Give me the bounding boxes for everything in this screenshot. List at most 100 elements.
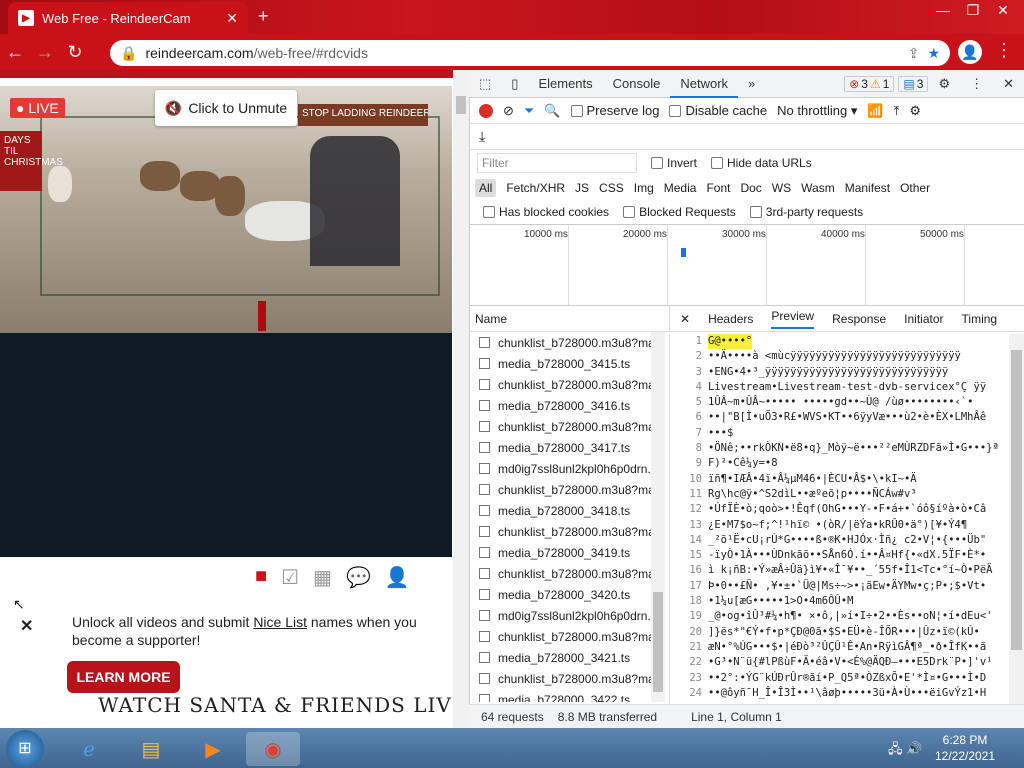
checkbox-box[interactable] [570,104,583,117]
throttling-select[interactable]: No throttling ▾ [777,103,857,119]
calendar-icon[interactable]: ▦ [313,565,332,590]
type-filter-xhr[interactable]: Fetch/XHR [506,181,565,195]
filter-input[interactable]: Filter [477,153,637,173]
request-row[interactable]: chunklist_b728000.m3u8?max [469,563,669,584]
tab-network[interactable]: Network [670,70,739,98]
tab-elements[interactable]: Elements [528,70,602,98]
browser-menu-icon[interactable]: ⋮ [995,40,1013,61]
blocked-requests-checkbox[interactable]: Blocked Requests [623,205,736,219]
browser-tab[interactable]: ▶ Web Free - ReindeerCam ✕ [8,2,248,34]
request-row[interactable]: media_b728000_3420.ts [469,584,669,605]
request-list-scrollbar[interactable] [651,332,665,702]
request-row[interactable]: chunklist_b728000.m3u8?max [469,374,669,395]
preview-code[interactable]: 1 G@••••° 2 ••Ä••••à <mùcÿÿÿÿÿÿÿÿÿÿÿÿÿÿÿÿÿÿ… [669,334,1009,704]
forward-arrow-icon[interactable]: → [30,42,60,63]
volume-tray-icon[interactable]: 🔊 [906,741,922,756]
search-icon[interactable]: 🔍 [544,103,560,119]
bookmark-star-icon[interactable]: ★ [927,45,940,62]
details-tab-preview[interactable]: Preview [771,309,815,329]
page-scrollbar[interactable] [453,70,469,728]
request-row[interactable]: media_b728000_3415.ts [469,353,669,374]
issues-badge[interactable]: ⊗ 3 ⚠ 1 [844,75,895,92]
clear-icon[interactable]: ⊘ [503,103,514,119]
filter-funnel-icon[interactable]: ⏷ [524,103,534,119]
checkbox-icon[interactable]: ☑ [281,565,299,590]
network-conditions-icon[interactable]: 📶 [867,103,883,119]
request-row[interactable]: chunklist_b728000.m3u8?max [469,521,669,542]
disable-cache-checkbox[interactable]: Disable cache [669,103,767,118]
internet-explorer-icon[interactable]: ℯ [62,732,116,766]
request-row[interactable]: media_b728000_3417.ts [469,437,669,458]
user-icon[interactable]: 👤 [385,565,410,590]
request-row[interactable]: md0ig7ssl8unl2kpl0h6p0drn.l [469,605,669,626]
request-row[interactable]: media_b728000_3416.ts [469,395,669,416]
back-arrow-icon[interactable]: ← [0,42,30,63]
tab-close-icon[interactable]: ✕ [226,10,238,27]
address-bar[interactable]: 🔒 reindeercam.com/web-free/#rdcvids ⇪ ★ [110,40,950,66]
record-icon[interactable] [479,103,493,118]
preview-scrollbar-thumb[interactable] [1011,350,1022,650]
request-row[interactable]: media_b728000_3421.ts [469,647,669,668]
invert-checkbox[interactable]: Invert [651,156,697,170]
request-row[interactable]: chunklist_b728000.m3u8?max [469,479,669,500]
settings-gear-icon[interactable]: ⚙ [928,70,960,98]
maximize-button[interactable]: ❐ [958,2,988,19]
request-row[interactable]: md0ig7ssl8unl2kpl0h6p0drn.l [469,458,669,479]
request-row[interactable]: chunklist_b728000.m3u8?max [469,668,669,689]
request-row[interactable]: chunklist_b728000.m3u8?max [469,332,669,353]
taskbar-clock[interactable]: 6:28 PM 12/22/2021 [930,732,1000,764]
details-tab-headers[interactable]: Headers [708,312,753,326]
type-filter-other[interactable]: Other [900,181,930,195]
request-row[interactable]: chunklist_b728000.m3u8?max [469,626,669,647]
media-player-icon[interactable]: ▶ [186,732,240,766]
share-icon[interactable]: ⇪ [908,45,920,62]
unmute-button[interactable]: 🔇 Click to Unmute [155,90,297,126]
details-tab-timing[interactable]: Timing [962,312,998,326]
hide-data-urls-checkbox[interactable]: Hide data URLs [711,156,812,170]
name-column-header[interactable]: Name [469,306,669,332]
chat-icon[interactable]: 💬 [346,565,371,590]
nice-list-link[interactable]: Nice List [253,614,307,630]
promo-close-icon[interactable]: ✕ [20,616,33,636]
new-tab-button[interactable]: + [258,6,269,27]
device-toolbar-icon[interactable]: ▯ [501,70,528,98]
video-camera-icon[interactable]: ■ [255,565,267,590]
checkbox-box[interactable] [711,157,724,169]
checkbox-box[interactable] [483,206,495,218]
file-explorer-icon[interactable]: ▤ [124,732,178,766]
type-filter-doc[interactable]: Doc [740,181,761,195]
request-list-scrollbar-thumb[interactable] [653,592,663,692]
type-filter-media[interactable]: Media [664,181,697,195]
request-row[interactable]: chunklist_b728000.m3u8?max [469,416,669,437]
type-filter-js[interactable]: JS [575,181,589,195]
import-har-icon[interactable]: ⤒ [894,103,900,119]
checkbox-box[interactable] [749,206,762,218]
details-close-icon[interactable]: ✕ [680,312,690,326]
network-tray-icon[interactable]: 🖧 [888,741,903,756]
type-filter-ws[interactable]: WS [772,181,791,195]
checkbox-box[interactable] [669,104,682,117]
type-filter-all[interactable]: All [475,179,497,197]
request-row[interactable]: media_b728000_3419.ts [469,542,669,563]
network-settings-icon[interactable]: ⚙ [909,103,921,119]
type-filter-manifest[interactable]: Manifest [845,181,890,195]
request-row[interactable]: media_b728000_3422.ts [469,689,669,702]
devtools-menu-icon[interactable]: ⋮ [960,70,993,98]
profile-avatar-icon[interactable]: 👤 [958,40,982,64]
more-tabs-icon[interactable]: » [738,70,765,98]
type-filter-font[interactable]: Font [706,181,730,195]
messages-badge[interactable]: ▤ 3 [898,75,929,92]
inspect-element-icon[interactable]: ⬚ [469,70,501,98]
blocked-cookies-checkbox[interactable]: Has blocked cookies [483,205,609,219]
minimize-button[interactable]: — [928,2,958,18]
reload-icon[interactable]: ↻ [60,42,90,63]
type-filter-wasm[interactable]: Wasm [801,181,835,195]
third-party-checkbox[interactable]: 3rd-party requests [749,205,863,219]
start-button-icon[interactable]: ⊞ [6,730,44,768]
type-filter-img[interactable]: Img [634,181,654,195]
chrome-taskbar-icon[interactable]: ◉ [246,732,300,766]
page-scrollbar-thumb[interactable] [456,96,466,114]
preview-scrollbar[interactable] [1009,334,1024,704]
details-tab-initiator[interactable]: Initiator [904,312,943,326]
network-timeline[interactable]: 10000 ms 20000 ms 30000 ms 40000 ms 5000… [469,224,1024,306]
